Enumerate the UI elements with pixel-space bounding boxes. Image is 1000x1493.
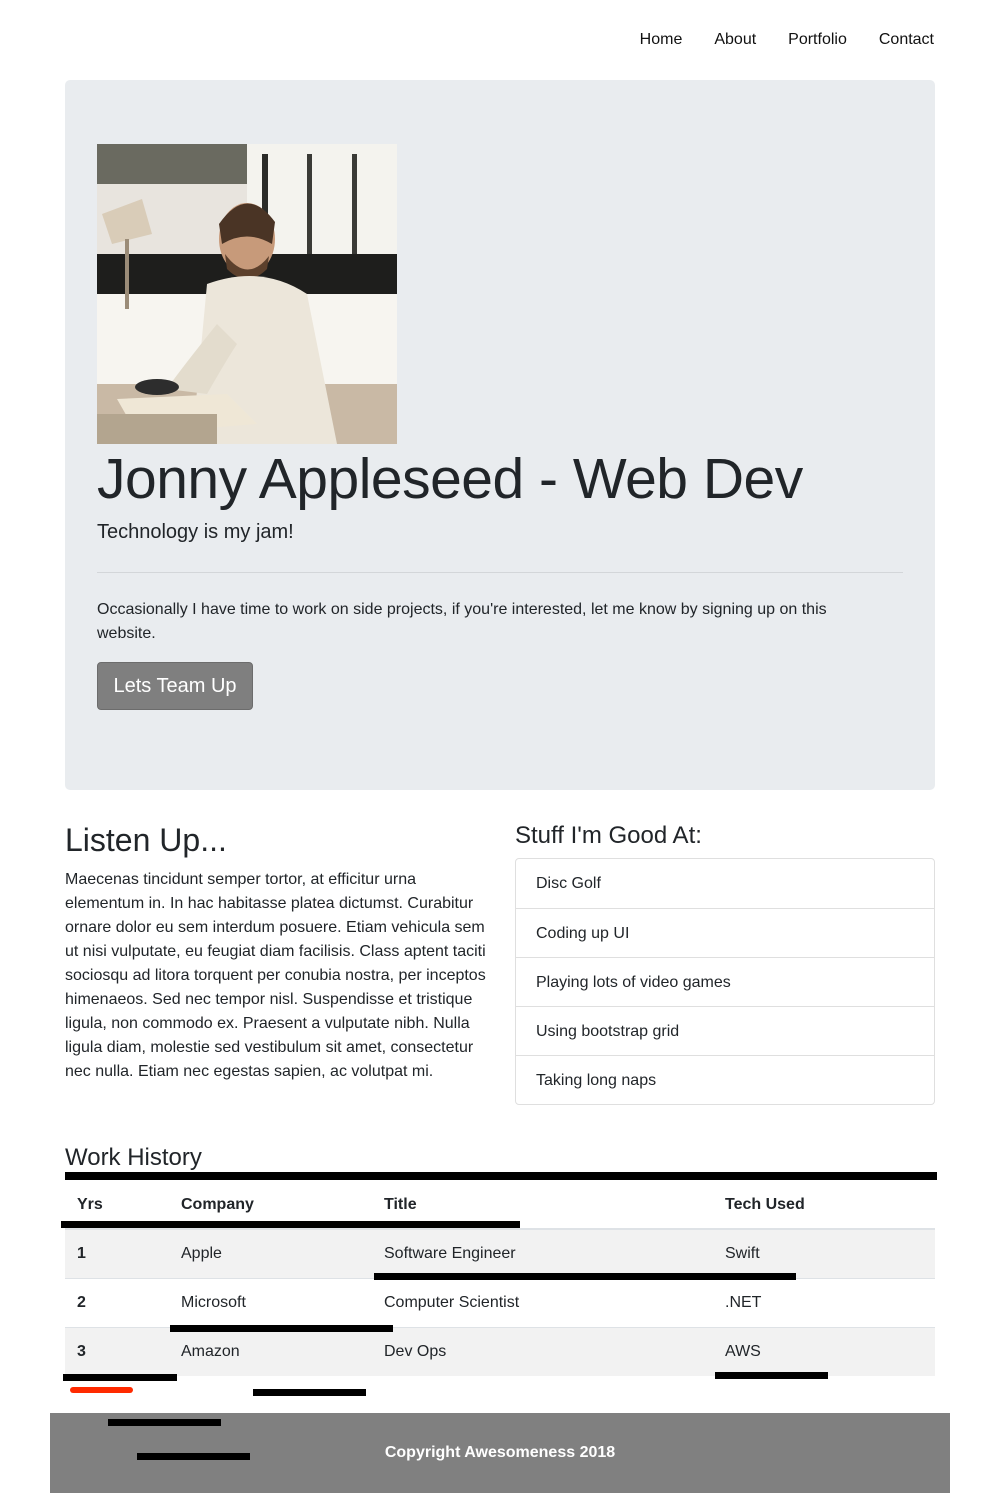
cell-yrs: 1 (65, 1228, 169, 1278)
nav-portfolio-link[interactable]: Portfolio (788, 28, 847, 52)
hero-title: Jonny Appleseed - Web Dev (97, 447, 803, 511)
listen-paragraph: Maecenas tincidunt semper tortor, at eff… (65, 871, 486, 1080)
annotation-stroke (170, 1325, 393, 1332)
annotation-stroke (63, 1374, 177, 1381)
annotation-stroke (65, 1172, 937, 1180)
hero-tagline: Technology is my jam! (97, 521, 294, 543)
column-header-tech: Tech Used (713, 1181, 935, 1230)
skills-list-item: Coding up UI (516, 908, 934, 957)
work-history-heading: Work History (65, 1144, 202, 1171)
skills-list-item: Disc Golf (536, 875, 601, 892)
nav-home-link[interactable]: Home (640, 28, 683, 52)
cell-title: Software Engineer (372, 1228, 713, 1278)
annotation-stroke (253, 1389, 366, 1396)
profile-photo-illustration (97, 144, 397, 444)
cell-tech: Swift (713, 1228, 935, 1278)
annotation-stroke (137, 1453, 250, 1460)
cell-tech: AWS (713, 1326, 935, 1376)
nav-about-link[interactable]: About (714, 28, 756, 52)
annotation-stroke (374, 1273, 796, 1280)
footer-copyright: Copyright Awesomeness 2018 (384, 1444, 616, 1461)
cell-tech: .NET (713, 1277, 935, 1327)
hero-divider (97, 572, 903, 573)
skills-list: Disc Golf Coding up UI Playing lots of v… (515, 858, 935, 1105)
skills-list-item: Taking long naps (516, 1055, 934, 1104)
cell-yrs: 3 (65, 1326, 169, 1376)
table-row: 1 Apple Software Engineer Swift (65, 1228, 935, 1278)
annotation-red-stroke (70, 1387, 133, 1393)
listen-heading: Listen Up... (65, 822, 227, 858)
annotation-stroke (61, 1221, 520, 1228)
nav-contact-link[interactable]: Contact (879, 28, 934, 52)
lets-team-up-button[interactable]: Lets Team Up (97, 662, 253, 710)
table-row: 2 Microsoft Computer Scientist .NET (65, 1277, 935, 1327)
skills-list-item: Using bootstrap grid (516, 1006, 934, 1055)
hero-description: Occasionally I have time to work on side… (97, 601, 827, 642)
top-nav: Home About Portfolio Contact (640, 28, 934, 52)
hero-jumbotron: Jonny Appleseed - Web Dev Technology is … (65, 80, 935, 790)
skills-list-item: Playing lots of video games (516, 957, 934, 1006)
annotation-stroke (715, 1372, 828, 1379)
cell-title: Dev Ops (372, 1326, 713, 1376)
skills-heading: Stuff I'm Good At: (515, 822, 702, 849)
cell-company: Microsoft (169, 1277, 372, 1327)
profile-photo (97, 144, 397, 444)
table-row: 3 Amazon Dev Ops AWS (65, 1326, 935, 1376)
cell-yrs: 2 (65, 1277, 169, 1327)
cell-company: Apple (169, 1228, 372, 1278)
annotation-stroke (108, 1419, 221, 1426)
cell-title: Computer Scientist (372, 1277, 713, 1327)
cell-company: Amazon (169, 1326, 372, 1376)
